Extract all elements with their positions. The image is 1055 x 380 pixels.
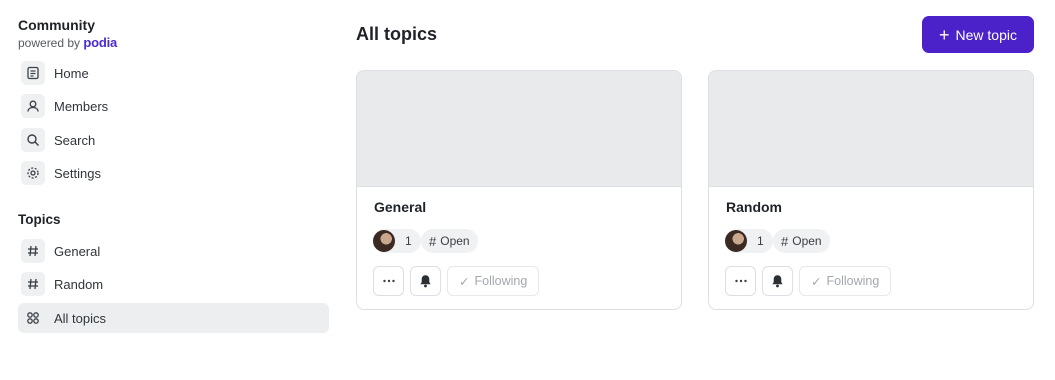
check-icon: ✓ (459, 274, 470, 289)
powered-by-line: powered by podia (18, 35, 117, 51)
sidebar-item-label: Members (54, 98, 109, 114)
following-button[interactable]: ✓ Following (447, 266, 540, 296)
gear-icon (21, 161, 45, 185)
avatar (725, 230, 747, 252)
community-title: Community (18, 17, 95, 33)
brand: Community powered by podia (18, 17, 117, 51)
sidebar-item-label: Search (54, 132, 96, 148)
bell-icon (772, 275, 783, 288)
following-button[interactable]: ✓ Following (799, 266, 892, 296)
user-icon (21, 94, 45, 118)
plus-icon: + (939, 24, 950, 45)
members-pill[interactable]: 1 (725, 229, 773, 253)
hash-icon: # (781, 233, 789, 249)
sidebar-item-search[interactable]: Search (18, 125, 329, 155)
hash-icon (21, 239, 45, 263)
more-options-button[interactable] (725, 266, 756, 296)
new-topic-button[interactable]: + New topic (922, 16, 1034, 53)
card-cover-image (709, 71, 1033, 187)
sidebar-item-all-topics[interactable]: All topics (18, 303, 329, 333)
card-title[interactable]: General (374, 199, 426, 215)
members-pill[interactable]: 1 (373, 229, 421, 253)
sidebar-item-random[interactable]: Random (18, 269, 329, 299)
notifications-button[interactable] (762, 266, 793, 296)
more-options-button[interactable] (373, 266, 404, 296)
status-badge: # Open (773, 229, 830, 253)
sidebar-item-settings[interactable]: Settings (18, 158, 329, 188)
status-text: Open (792, 234, 822, 248)
hash-icon (21, 272, 45, 296)
member-count: 1 (757, 234, 764, 248)
topic-card-general[interactable]: General 1 # Open ✓ Following (356, 70, 682, 310)
following-label: Following (826, 274, 880, 288)
card-title[interactable]: Random (726, 199, 782, 215)
sidebar-item-label: All topics (54, 310, 107, 326)
more-icon (734, 279, 747, 283)
card-cover-image (357, 71, 681, 187)
status-text: Open (440, 234, 470, 248)
powered-by-text: powered by (18, 36, 81, 50)
sidebar-item-label: Settings (54, 165, 101, 181)
document-icon (21, 61, 45, 85)
check-icon: ✓ (811, 274, 822, 289)
sidebar: Community powered by podia Home Members … (0, 0, 340, 380)
avatar (373, 230, 395, 252)
search-icon (21, 128, 45, 152)
sidebar-item-general[interactable]: General (18, 236, 329, 266)
sidebar-item-home[interactable]: Home (18, 58, 329, 88)
more-icon (382, 279, 395, 283)
member-count: 1 (405, 234, 412, 248)
page-title: All topics (356, 24, 438, 44)
sidebar-item-members[interactable]: Members (18, 91, 329, 121)
notifications-button[interactable] (410, 266, 441, 296)
status-badge: # Open (421, 229, 478, 253)
following-label: Following (474, 274, 528, 288)
topic-card-random[interactable]: Random 1 # Open ✓ Following (708, 70, 1034, 310)
sidebar-item-label: Random (54, 276, 104, 292)
hash-icon: # (429, 233, 437, 249)
podia-logo[interactable]: podia (83, 35, 117, 50)
sidebar-item-label: General (54, 243, 101, 259)
new-topic-label: New topic (955, 26, 1017, 43)
topics-section-title: Topics (18, 212, 61, 227)
grid-icon (21, 306, 45, 330)
sidebar-item-label: Home (54, 65, 89, 81)
bell-icon (420, 275, 431, 288)
